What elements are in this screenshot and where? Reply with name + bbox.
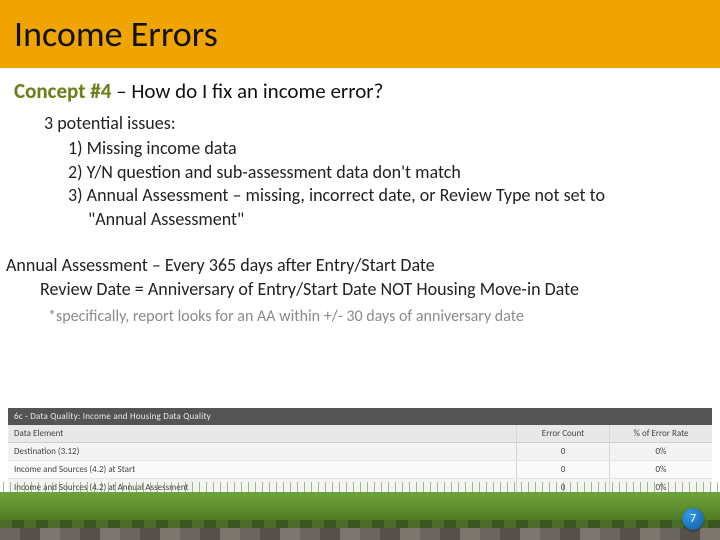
col-data-element: Data Element: [8, 425, 516, 442]
decorative-grass: [0, 482, 720, 492]
cell-error-rate: 0%: [609, 443, 712, 460]
annual-line-2: Review Date = Anniversary of Entry/Start…: [6, 277, 706, 301]
cell-name: Destination (3.12): [8, 443, 516, 460]
cell-error-rate: 0%: [609, 461, 712, 478]
table-row: Income and Sources (4.2) at Start 0 0%: [8, 461, 712, 479]
concept-question: – How do I fix an income error?: [111, 78, 383, 104]
col-error-count: Error Count: [516, 425, 609, 442]
annual-footnote: *specifically, report looks for an AA wi…: [6, 306, 706, 328]
annual-line-1: Annual Assessment – Every 365 days after…: [6, 253, 706, 277]
page-number-badge: 7: [682, 508, 704, 530]
issues-intro: 3 potential issues:: [44, 112, 706, 135]
issues-block: 3 potential issues: 1) Missing income da…: [0, 104, 720, 231]
col-error-rate: % of Error Rate: [609, 425, 712, 442]
issue-3-line-1: 3) Annual Assessment – missing, incorrec…: [44, 184, 706, 207]
cell-name: Income and Sources (4.2) at Start: [8, 461, 516, 478]
issue-2: 2) Y/N question and sub-assessment data …: [44, 161, 706, 184]
annual-block: Annual Assessment – Every 365 days after…: [0, 231, 720, 327]
table-column-headers: Data Element Error Count % of Error Rate: [8, 425, 712, 443]
issue-3-line-2: "Annual Assessment": [44, 208, 706, 231]
concept-heading: Concept #4 – How do I fix an income erro…: [0, 68, 720, 104]
table-title: 6c - Data Quality: Income and Housing Da…: [8, 408, 712, 425]
issue-1: 1) Missing income data: [44, 137, 706, 160]
cell-error-count: 0: [516, 461, 609, 478]
table-row: Destination (3.12) 0 0%: [8, 443, 712, 461]
decorative-ground: [0, 492, 720, 540]
title-band: Income Errors: [0, 0, 720, 68]
cell-error-count: 0: [516, 443, 609, 460]
page-title: Income Errors: [14, 12, 218, 56]
concept-number: Concept #4: [14, 78, 111, 104]
